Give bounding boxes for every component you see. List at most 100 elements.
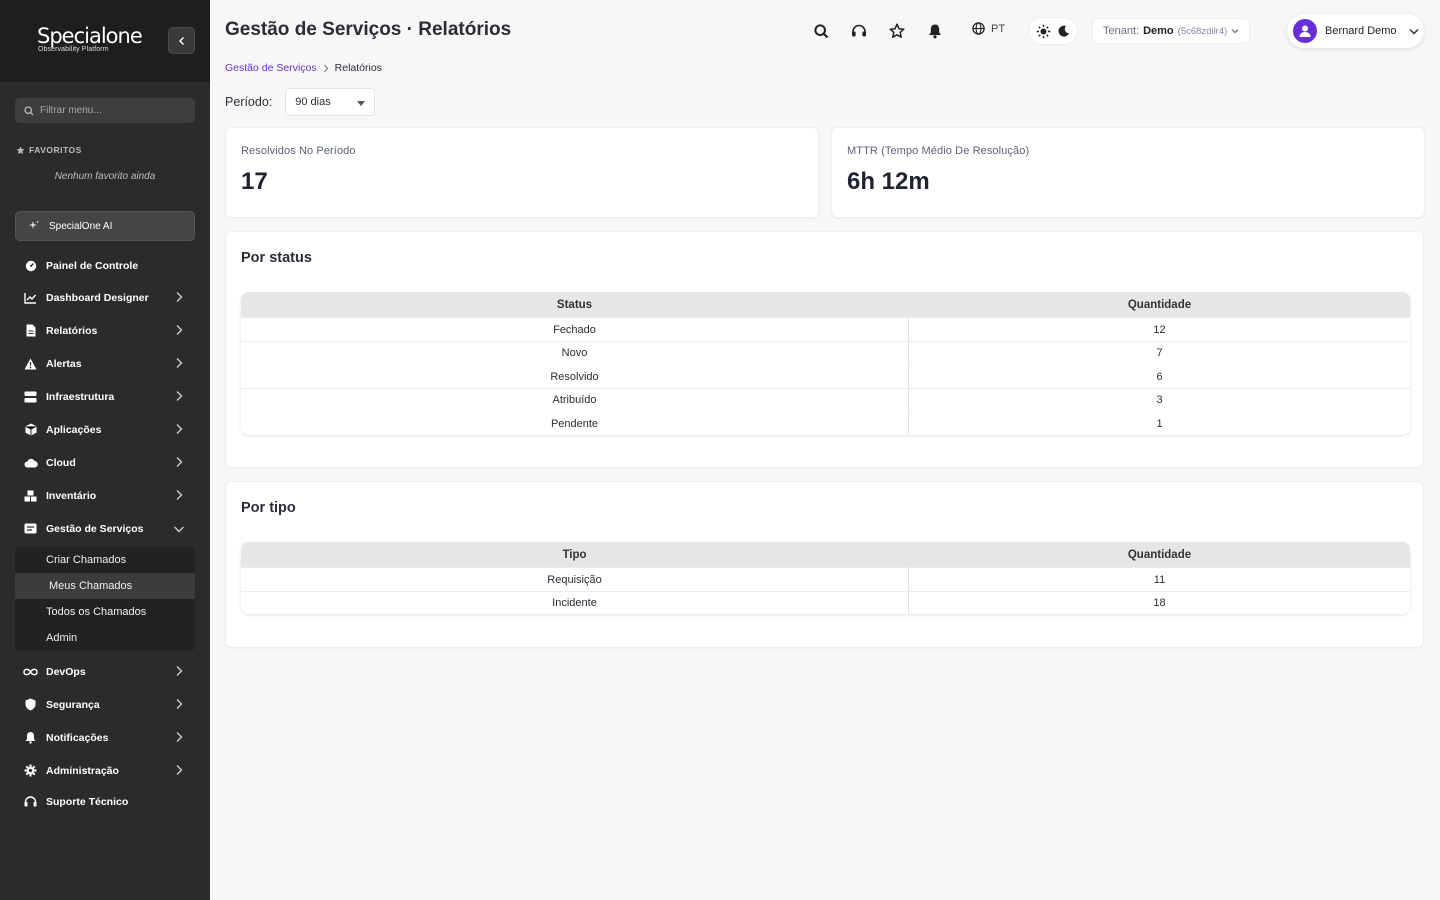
period-filter: Período: 90 dias (225, 88, 376, 116)
section-title: Por tipo (241, 500, 296, 516)
cloud-icon (23, 455, 38, 470)
server-icon (23, 389, 38, 404)
table-header: Status Quantidade (241, 292, 1410, 317)
status-section: Por status Status Quantidade Fechado 12 … (225, 231, 1424, 468)
sidebar-header: Specialone Observability Platform (0, 0, 210, 82)
stat-card-mttr: MTTR (Tempo Médio De Resolução) 6h 12m (831, 127, 1425, 218)
headset-icon (23, 795, 38, 810)
infinity-icon (23, 664, 38, 679)
favorites-button[interactable] (888, 22, 906, 40)
breadcrumb-current: Relatórios (334, 62, 382, 74)
sidebar: Specialone Observability Platform FAVORI… (0, 0, 210, 900)
period-value: 90 dias (295, 96, 331, 108)
sidebar-item-devops[interactable]: DevOps (15, 655, 195, 688)
search-icon (813, 23, 828, 38)
gear-icon (23, 763, 38, 778)
sidebar-item-cloud[interactable]: Cloud (15, 446, 195, 479)
tenant-selector[interactable]: Tenant: Demo (5c68zdilr4) (1092, 18, 1251, 44)
submenu-item-criar-chamados[interactable]: Criar Chamados (15, 547, 195, 573)
stat-value: 6h 12m (847, 168, 930, 195)
sidebar-item-label: Suporte Técnico (46, 796, 129, 808)
avatar (1293, 19, 1317, 43)
cell-quantidade: 18 (1153, 597, 1166, 609)
search-button[interactable] (812, 22, 830, 40)
star-icon (16, 146, 25, 154)
table-header: Tipo Quantidade (241, 542, 1410, 567)
brand-logo[interactable]: Specialone Observability Platform (37, 24, 143, 53)
headset-icon (852, 24, 866, 36)
column-header-tipo[interactable]: Tipo (241, 542, 909, 567)
chevron-right-icon (176, 666, 183, 676)
cell-status: Atribuído (241, 389, 909, 411)
sidebar-item-painel[interactable]: Painel de Controle (15, 251, 195, 281)
breadcrumb-link-gestao[interactable]: Gestão de Serviços (225, 62, 317, 74)
sidebar-item-label: Notificações (46, 731, 109, 744)
gauge-icon (23, 259, 38, 274)
boxes-icon (23, 488, 38, 503)
sidebar-item-seguranca[interactable]: Segurança (15, 688, 195, 721)
moon-icon[interactable] (1058, 25, 1070, 37)
section-title: Por status (241, 250, 312, 266)
top-header: Gestão de Serviços · Relatórios PT Tenan… (210, 0, 1440, 62)
sidebar-item-gestao-servicos[interactable]: Gestão de Serviços (15, 512, 195, 545)
menu-filter-input[interactable] (40, 105, 180, 116)
chevron-right-icon (176, 490, 183, 500)
chevron-right-icon (176, 358, 183, 368)
cell-status: Resolvido (241, 365, 909, 388)
stat-value: 17 (241, 168, 268, 195)
chevron-right-icon (176, 732, 183, 742)
period-select[interactable]: 90 dias (285, 88, 376, 116)
favorites-empty: Nenhum favorito ainda (54, 171, 156, 182)
stat-card-resolved: Resolvidos No Período 17 (225, 127, 819, 218)
sidebar-item-suporte[interactable]: Suporte Técnico (15, 787, 195, 817)
theme-toggle[interactable] (1028, 17, 1078, 45)
chevron-down-icon (1231, 29, 1239, 34)
sidebar-item-inventario[interactable]: Inventário (15, 479, 195, 512)
sidebar-item-label: Cloud (46, 456, 76, 469)
column-header-status[interactable]: Status (241, 292, 909, 317)
specialone-ai-button[interactable]: SpecialOne AI (15, 211, 195, 241)
column-header-quantidade[interactable]: Quantidade (909, 542, 1410, 567)
cell-quantidade: 3 (1156, 394, 1163, 406)
chevron-down-icon (1409, 28, 1419, 35)
user-icon (1299, 25, 1311, 37)
breadcrumb: Gestão de Serviços Relatórios (225, 62, 382, 74)
cell-quantidade: 6 (1156, 370, 1163, 383)
sidebar-item-label: Aplicações (46, 423, 102, 436)
sidebar-item-label: Inventário (46, 489, 97, 502)
language-selector[interactable]: PT (972, 22, 1005, 35)
tenant-label: Tenant: (1103, 25, 1140, 37)
favorites-title-label: FAVORITOS (29, 145, 82, 155)
sidebar-item-alertas[interactable]: Alertas (15, 347, 195, 380)
support-button[interactable] (850, 22, 868, 40)
cell-quantidade: 12 (1153, 323, 1166, 336)
search-icon (24, 105, 34, 115)
collapse-sidebar-button[interactable] (168, 27, 195, 54)
status-table: Status Quantidade Fechado 12 Novo 7 Reso… (241, 292, 1410, 435)
cell-quantidade: 7 (1156, 347, 1163, 359)
sidebar-item-infraestrutura[interactable]: Infraestrutura (15, 380, 195, 413)
cell-status: Fechado (241, 318, 909, 341)
cell-quantidade: 1 (1156, 417, 1163, 430)
submenu-item-todos-chamados[interactable]: Todos os Chamados (15, 599, 195, 625)
submenu-item-meus-chamados[interactable]: Meus Chamados (15, 573, 195, 599)
submenu-item-admin[interactable]: Admin (15, 625, 195, 651)
sidebar-item-aplicacoes[interactable]: Aplicações (15, 413, 195, 446)
sidebar-item-administracao[interactable]: Administração (15, 754, 195, 787)
table-row: Incidente 18 (241, 591, 1410, 614)
sidebar-item-relatorios[interactable]: Relatórios (15, 314, 195, 347)
notifications-button[interactable] (926, 22, 944, 40)
user-menu[interactable]: Bernard Demo (1287, 14, 1424, 48)
chevron-right-icon (176, 765, 183, 775)
bell-icon (23, 730, 38, 745)
sidebar-item-dashboard-designer[interactable]: Dashboard Designer (15, 281, 195, 314)
sidebar-item-label: Relatórios (46, 324, 98, 337)
sidebar-item-label: Painel de Controle (46, 260, 139, 272)
sidebar-item-notificacoes[interactable]: Notificações (15, 721, 195, 754)
sidebar-item-label: DevOps (46, 665, 86, 678)
bell-icon (929, 24, 941, 39)
column-header-quantidade[interactable]: Quantidade (909, 292, 1410, 317)
menu-filter[interactable] (15, 98, 195, 123)
sidebar-item-label: Alertas (46, 357, 82, 370)
sun-icon[interactable] (1036, 24, 1051, 39)
